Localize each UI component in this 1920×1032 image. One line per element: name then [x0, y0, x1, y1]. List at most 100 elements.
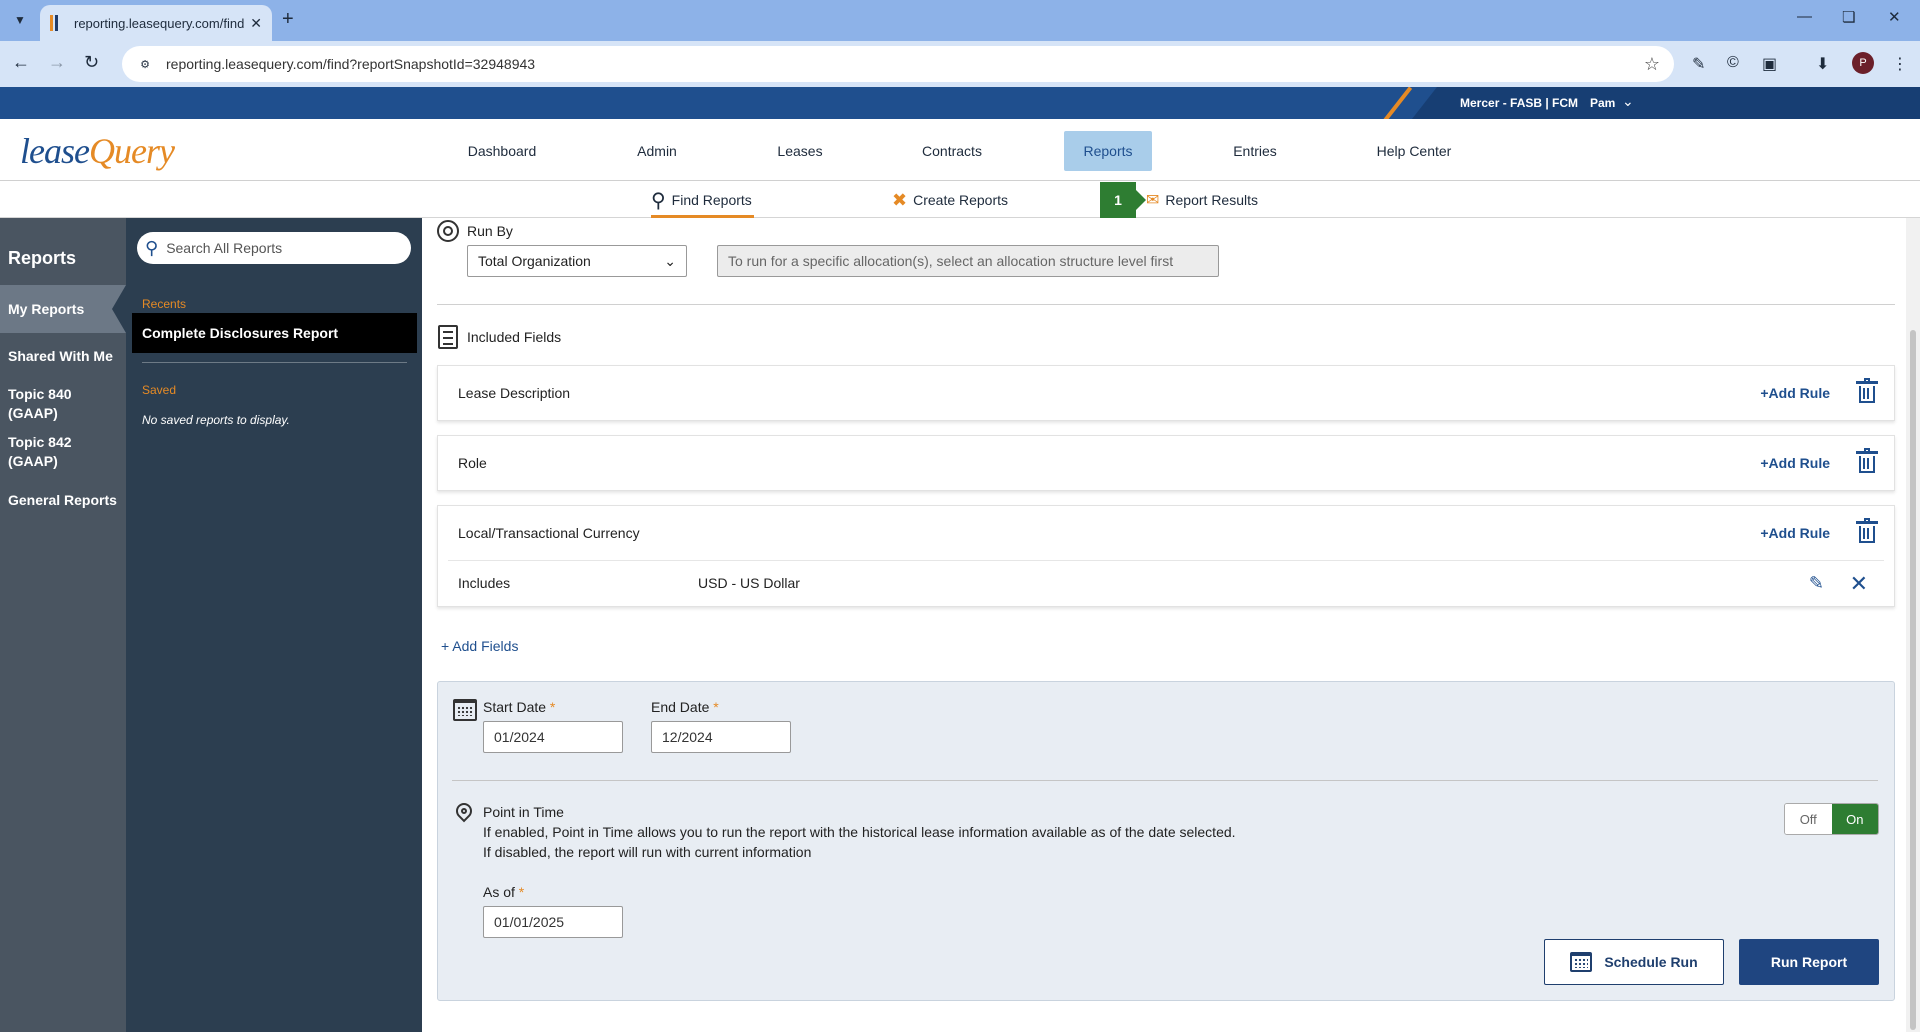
field-card-lease-description: Lease Description +Add Rule — [437, 365, 1895, 421]
trash-icon[interactable] — [1856, 378, 1878, 403]
search-reports-input[interactable]: ⚲ Search All Reports — [137, 232, 411, 264]
divider — [437, 304, 1895, 305]
new-tab-button[interactable]: + — [282, 8, 294, 31]
nav-entries[interactable]: Entries — [1210, 131, 1300, 171]
start-date-label: Start Date * — [483, 699, 556, 715]
field-name: Local/Transactional Currency — [458, 525, 640, 541]
tab-title: reporting.leasequery.com/find? — [74, 15, 245, 31]
gear-icon — [437, 220, 459, 242]
no-saved-reports-text: No saved reports to display. — [142, 413, 290, 427]
user-menu-chevron-icon[interactable]: ⌄ — [1622, 93, 1634, 110]
forward-icon[interactable]: → — [48, 52, 66, 73]
calendar-icon — [1570, 952, 1593, 972]
copyright-extension-icon[interactable]: © — [1727, 54, 1739, 72]
org-name[interactable]: Mercer - FASB | FCM — [1460, 96, 1578, 110]
panel-divider — [142, 362, 407, 363]
run-by-select[interactable]: Total Organization ⌄ — [467, 245, 687, 277]
schedule-run-button[interactable]: Schedule Run — [1544, 939, 1724, 985]
nav-leases[interactable]: Leases — [757, 131, 843, 171]
field-name: Role — [458, 455, 487, 471]
trash-icon[interactable] — [1856, 448, 1878, 473]
main-nav: lease Query Dashboard Admin Leases Contra… — [0, 119, 1920, 181]
rail-title: Reports — [8, 248, 77, 268]
minimize-icon[interactable]: — — [1797, 8, 1812, 25]
toggle-on[interactable]: On — [1831, 804, 1878, 834]
add-rule-button[interactable]: +Add Rule — [1760, 525, 1830, 541]
nav-dashboard[interactable]: Dashboard — [449, 131, 555, 171]
window-close-icon[interactable]: ✕ — [1888, 8, 1901, 26]
restore-icon[interactable]: ❏ — [1842, 8, 1855, 26]
run-report-button[interactable]: Run Report — [1739, 939, 1879, 985]
point-in-time-description: If enabled, Point in Time allows you to … — [483, 824, 1236, 840]
start-date-input[interactable]: 01/2024 — [483, 721, 623, 753]
recent-report-item[interactable]: Complete Disclosures Report — [132, 313, 417, 353]
field-card-currency: Local/Transactional Currency +Add Rule I… — [437, 505, 1895, 607]
add-rule-button[interactable]: +Add Rule — [1760, 385, 1830, 401]
search-icon: ⚲ — [145, 237, 159, 258]
scrollbar-thumb[interactable] — [1910, 330, 1916, 1030]
bookmark-star-icon[interactable]: ☆ — [1644, 54, 1660, 75]
profile-avatar[interactable]: P — [1852, 52, 1874, 74]
field-card-role: Role +Add Rule — [437, 435, 1895, 491]
browser-toolbar: ← → ↻ ⚙ reporting.leasequery.com/find?re… — [0, 41, 1920, 87]
edit-icon[interactable]: ✎ — [1809, 573, 1824, 594]
recents-label: Recents — [142, 297, 187, 311]
nav-contracts[interactable]: Contracts — [904, 131, 1000, 171]
extensions-icon[interactable]: ▣ — [1762, 54, 1777, 74]
chevron-down-icon: ⌄ — [664, 252, 676, 269]
reports-subnav: ⚲ Find Reports ✖ Create Reports 1 ✉ Repo… — [0, 182, 1920, 218]
rule-operator: Includes — [458, 575, 511, 591]
end-date-input[interactable]: 12/2024 — [651, 721, 791, 753]
subnav-report-results[interactable]: ✉ Report Results — [1146, 182, 1258, 218]
nav-admin[interactable]: Admin — [614, 131, 700, 171]
user-name[interactable]: Pam — [1590, 96, 1615, 110]
point-in-time-description-2: If disabled, the report will run with cu… — [483, 844, 812, 860]
rail-item-topic-840[interactable]: Topic 840 (GAAP) — [0, 385, 90, 423]
site-favicon-icon — [50, 15, 64, 31]
add-fields-link[interactable]: + Add Fields — [441, 638, 518, 654]
app-topbar: Mercer - FASB | FCM Pam ⌄ — [0, 87, 1920, 119]
address-bar[interactable]: ⚙ reporting.leasequery.com/find?reportSn… — [122, 46, 1674, 82]
reload-icon[interactable]: ↻ — [84, 52, 99, 73]
as-of-date-input[interactable]: 01/01/2025 — [483, 906, 623, 938]
point-in-time-toggle[interactable]: Off On — [1784, 803, 1879, 835]
nav-help-center[interactable]: Help Center — [1364, 131, 1464, 171]
add-rule-button[interactable]: +Add Rule — [1760, 455, 1830, 471]
eyedropper-icon[interactable]: ✎ — [1692, 54, 1705, 74]
nav-reports[interactable]: Reports — [1064, 131, 1152, 171]
point-in-time-title: Point in Time — [483, 804, 564, 820]
allocation-input[interactable]: To run for a specific allocation(s), sel… — [717, 245, 1219, 277]
subnav-create-reports[interactable]: ✖ Create Reports — [892, 182, 1008, 218]
reports-category-rail: Reports — [0, 218, 126, 1032]
results-folder-icon: ✉ — [1146, 192, 1160, 209]
toggle-off[interactable]: Off — [1785, 804, 1832, 834]
site-info-icon[interactable]: ⚙ — [134, 53, 156, 75]
divider — [452, 780, 1878, 781]
included-fields-label: Included Fields — [467, 329, 562, 345]
end-date-label: End Date * — [651, 699, 719, 715]
close-icon[interactable]: ✕ — [1850, 571, 1868, 597]
run-by-label: Run By — [467, 223, 513, 239]
browser-tabstrip: ▼ reporting.leasequery.com/find? ✕ + — ❏… — [0, 0, 1920, 41]
back-icon[interactable]: ← — [12, 52, 30, 73]
tab-search-icon[interactable]: ▼ — [8, 8, 32, 32]
results-count-badge: 1 — [1100, 182, 1146, 218]
rail-item-my-reports[interactable]: My Reports — [0, 285, 126, 333]
download-icon[interactable]: ⬇ — [1816, 54, 1829, 74]
field-rule-row: Includes USD - US Dollar ✎ ✕ — [448, 560, 1884, 606]
rail-item-general-reports[interactable]: General Reports — [0, 491, 126, 510]
tools-icon: ✖ — [892, 189, 908, 210]
subnav-find-reports[interactable]: ⚲ Find Reports — [651, 182, 754, 218]
list-icon — [438, 325, 458, 349]
browser-menu-icon[interactable]: ⋮ — [1892, 54, 1908, 74]
trash-icon[interactable] — [1856, 518, 1878, 543]
rail-item-topic-842[interactable]: Topic 842 (GAAP) — [0, 433, 90, 471]
rule-value: USD - US Dollar — [698, 575, 800, 591]
field-name: Lease Description — [458, 385, 571, 401]
search-icon: ⚲ — [651, 189, 666, 212]
rail-item-shared-with-me[interactable]: Shared With Me — [0, 347, 126, 366]
calendar-icon — [453, 699, 477, 721]
tab-close-icon[interactable]: ✕ — [250, 15, 262, 32]
browser-tab[interactable]: reporting.leasequery.com/find? ✕ — [40, 5, 272, 41]
leasequery-logo[interactable]: lease Query — [20, 129, 175, 173]
